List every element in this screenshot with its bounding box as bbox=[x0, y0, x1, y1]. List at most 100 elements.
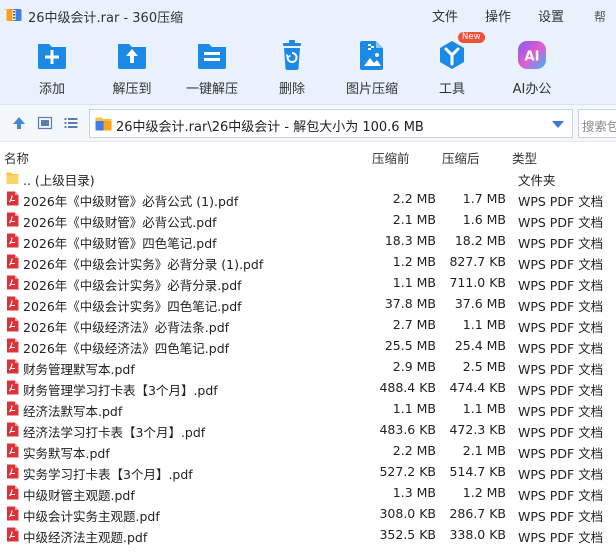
file-type: WPS PDF 文档 bbox=[518, 236, 604, 251]
file-row[interactable]: 中级会计实务主观题.pdf 308.0 KB 286.7 KB WPS PDF 文档 bbox=[0, 503, 616, 524]
file-type: WPS PDF 文档 bbox=[518, 257, 604, 272]
file-size-after: 2.5 MB bbox=[462, 359, 506, 374]
up-arrow-icon[interactable] bbox=[11, 115, 27, 131]
file-row[interactable]: .. (上级目录) 文件夹 bbox=[0, 167, 616, 188]
file-type: WPS PDF 文档 bbox=[518, 383, 604, 398]
file-row[interactable]: 财务管理学习打卡表【3个月】.pdf 488.4 KB 474.4 KB WPS PD… bbox=[0, 377, 616, 398]
tools-label: 工具 bbox=[438, 82, 465, 97]
file-size-before: 37.8 MB bbox=[384, 296, 436, 311]
column-name[interactable]: 名称 bbox=[4, 148, 29, 167]
file-size-after: 1.2 MB bbox=[462, 485, 506, 500]
menu-operation[interactable]: 操作 bbox=[485, 6, 511, 25]
pdf-file-icon bbox=[7, 380, 19, 395]
file-type: WPS PDF 文档 bbox=[518, 446, 604, 461]
file-name: 2026年《中级财管》必背公式 (1).pdf bbox=[23, 194, 239, 209]
one-click-extract-button[interactable]: 一键解压 bbox=[176, 38, 248, 100]
ai-office-icon: AI bbox=[518, 41, 546, 69]
column-type[interactable]: 类型 bbox=[512, 148, 537, 167]
image-compress-icon bbox=[360, 41, 383, 70]
file-size-after: 1.6 MB bbox=[462, 212, 506, 227]
file-size-after: 1.7 MB bbox=[462, 191, 506, 206]
new-badge: New bbox=[458, 32, 485, 43]
file-size-before: 1.1 MB bbox=[392, 275, 436, 290]
extract-to-label: 解压到 bbox=[112, 82, 152, 97]
file-row[interactable]: 2026年《中级经济法》必背法条.pdf 2.7 MB 1.1 MB WPS PDF … bbox=[0, 314, 616, 335]
file-size-after: 25.4 MB bbox=[454, 338, 506, 353]
file-type: 文件夹 bbox=[518, 173, 556, 188]
one-click-extract-icon bbox=[198, 44, 226, 69]
file-row[interactable]: 2026年《中级会计实务》必背分录 (1).pdf 1.2 MB 827.7 KB W… bbox=[0, 251, 616, 272]
file-row[interactable]: 中级财管主观题.pdf 1.3 MB 1.2 MB WPS PDF 文档 bbox=[0, 482, 616, 503]
file-size-before: 1.1 MB bbox=[392, 401, 436, 416]
pdf-file-icon bbox=[7, 254, 19, 269]
pdf-file-icon bbox=[7, 527, 19, 542]
address-dropdown-icon[interactable] bbox=[552, 121, 564, 128]
file-name: 中级会计实务主观题.pdf bbox=[23, 509, 160, 524]
file-row[interactable]: 财务管理默写本.pdf 2.9 MB 2.5 MB WPS PDF 文档 bbox=[0, 356, 616, 377]
file-size-after: 2.1 MB bbox=[462, 443, 506, 458]
file-size-before: 2.9 MB bbox=[392, 359, 436, 374]
column-after[interactable]: 压缩后 bbox=[442, 148, 480, 167]
add-icon bbox=[38, 44, 66, 69]
add-button[interactable]: 添加 bbox=[16, 38, 88, 100]
file-size-before: 527.2 KB bbox=[379, 464, 436, 479]
menu-file[interactable]: 文件 bbox=[432, 6, 458, 25]
pdf-file-icon bbox=[7, 464, 19, 479]
pdf-file-icon bbox=[7, 233, 19, 248]
file-name: 中级经济法主观题.pdf bbox=[23, 530, 148, 545]
file-row[interactable]: 中级经济法主观题.pdf 352.5 KB 338.0 KB WPS PDF 文档 bbox=[0, 524, 616, 545]
file-size-before: 483.6 KB bbox=[379, 422, 436, 437]
file-size-after: 472.3 KB bbox=[449, 422, 506, 437]
image-compress-button[interactable]: 图片压缩 bbox=[336, 38, 408, 100]
file-size-before: 1.3 MB bbox=[392, 485, 436, 500]
thumbnail-view-icon[interactable] bbox=[37, 115, 53, 131]
file-row[interactable]: 2026年《中级财管》四色笔记.pdf 18.3 MB 18.2 MB WPS PDF… bbox=[0, 230, 616, 251]
file-name: .. (上级目录) bbox=[23, 173, 95, 188]
file-name: 2026年《中级财管》四色笔记.pdf bbox=[23, 236, 217, 251]
file-name: 2026年《中级经济法》四色笔记.pdf bbox=[23, 341, 230, 356]
pdf-file-icon bbox=[7, 338, 19, 353]
file-row[interactable]: 实务默写本.pdf 2.2 MB 2.1 MB WPS PDF 文档 bbox=[0, 440, 616, 461]
search-placeholder: 搜索包 bbox=[582, 119, 616, 134]
file-size-after: 474.4 KB bbox=[449, 380, 506, 395]
pdf-file-icon bbox=[7, 191, 19, 206]
file-size-before: 308.0 KB bbox=[379, 506, 436, 521]
file-name: 2026年《中级会计实务》四色笔记.pdf bbox=[23, 299, 242, 314]
pdf-file-icon bbox=[7, 506, 19, 521]
search-input[interactable]: 搜索包 bbox=[578, 109, 616, 138]
column-before[interactable]: 压缩前 bbox=[372, 148, 410, 167]
delete-label: 删除 bbox=[278, 82, 305, 97]
pdf-file-icon bbox=[7, 296, 19, 311]
tools-button[interactable]: New 工具 bbox=[416, 32, 488, 100]
extract-to-button[interactable]: 解压到 bbox=[96, 38, 168, 100]
delete-button[interactable]: 删除 bbox=[256, 38, 328, 100]
file-row[interactable]: 2026年《中级财管》必背公式 (1).pdf 2.2 MB 1.7 MB WPS P… bbox=[0, 188, 616, 209]
address-field[interactable]: 26中级会计.rar\26中级会计 - 解包大小为 100.6 MB bbox=[89, 109, 573, 138]
pdf-file-icon bbox=[7, 212, 19, 227]
window-title: 26中级会计.rar - 360压缩 bbox=[28, 11, 184, 26]
file-row[interactable]: 经济法默写本.pdf 1.1 MB 1.1 MB WPS PDF 文档 bbox=[0, 398, 616, 419]
file-size-after: 514.7 KB bbox=[449, 464, 506, 479]
file-row[interactable]: 2026年《中级会计实务》四色笔记.pdf 37.8 MB 37.6 MB WPS P… bbox=[0, 293, 616, 314]
file-size-after: 18.2 MB bbox=[454, 233, 506, 248]
one-click-extract-label: 一键解压 bbox=[185, 82, 238, 97]
file-row[interactable]: 2026年《中级会计实务》必背分录.pdf 1.1 MB 711.0 KB WPS P… bbox=[0, 272, 616, 293]
menu-help[interactable]: 帮 bbox=[594, 8, 606, 25]
file-list: .. (上级目录) 文件夹 2026年《中级财管》必背公式 (1).pdf 2.2 M… bbox=[0, 167, 616, 556]
file-name: 2026年《中级会计实务》必背分录.pdf bbox=[23, 278, 242, 293]
file-row[interactable]: 经济法学习打卡表【3个月】.pdf 483.6 KB 472.3 KB WPS PDF… bbox=[0, 419, 616, 440]
file-row[interactable]: 实务学习打卡表【3个月】.pdf 527.2 KB 514.7 KB WPS PDF … bbox=[0, 461, 616, 482]
pdf-file-icon bbox=[7, 317, 19, 332]
file-name: 财务管理学习打卡表【3个月】.pdf bbox=[23, 383, 218, 398]
file-size-before: 2.2 MB bbox=[392, 443, 436, 458]
file-size-after: 338.0 KB bbox=[449, 527, 506, 542]
ai-office-button[interactable]: AI AI办公 bbox=[496, 38, 568, 100]
menu-settings[interactable]: 设置 bbox=[538, 6, 564, 25]
file-type: WPS PDF 文档 bbox=[518, 467, 604, 482]
top-panel: 26中级会计.rar - 360压缩 文件 操作 设置 帮 添加 解压到 一键解… bbox=[0, 0, 616, 104]
file-row[interactable]: 2026年《中级经济法》四色笔记.pdf 25.5 MB 25.4 MB WPS PD… bbox=[0, 335, 616, 356]
list-view-icon[interactable] bbox=[63, 115, 79, 131]
pdf-file-icon bbox=[7, 401, 19, 416]
pdf-file-icon bbox=[7, 422, 19, 437]
file-row[interactable]: 2026年《中级财管》必背公式.pdf 2.1 MB 1.6 MB WPS PDF 文… bbox=[0, 209, 616, 230]
